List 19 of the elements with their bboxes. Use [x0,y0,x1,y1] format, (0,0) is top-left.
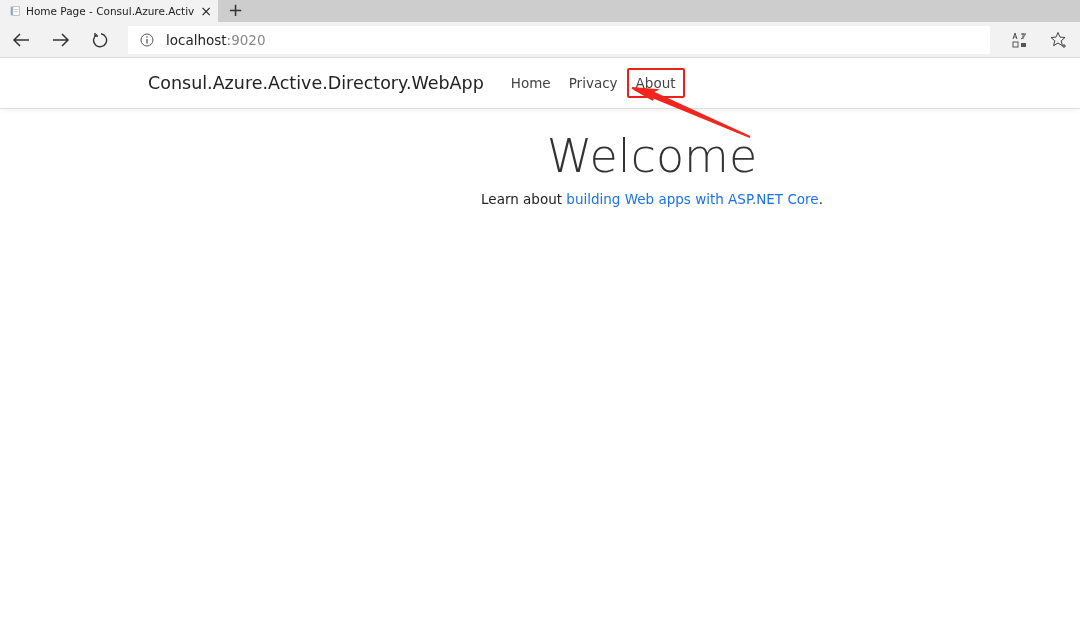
welcome-heading: Welcome [546,129,758,183]
browser-tab[interactable]: Home Page - Consul.Azure.Activ × [0,0,218,22]
page-icon [10,4,20,18]
docs-link[interactable]: building Web apps with ASP.NET Core [566,191,819,207]
tab-title: Home Page - Consul.Azure.Activ [26,5,195,17]
translate-icon[interactable] [1012,31,1028,48]
back-icon[interactable] [12,32,30,47]
close-icon[interactable]: × [200,3,212,19]
forward-icon[interactable] [52,32,70,47]
new-tab-button[interactable]: + [218,0,254,22]
url-text: localhost:9020 [166,31,266,48]
info-icon [140,32,154,47]
intro-text: Learn about building Web apps with ASP.NET Core. [481,191,823,207]
refresh-icon[interactable] [92,31,108,48]
nav-link[interactable]: Home [501,68,560,98]
brand-link[interactable]: Consul.Azure.Active.Directory.WebApp [148,73,484,93]
star-icon[interactable] [1050,30,1068,49]
address-bar[interactable]: localhost:9020 [128,25,990,54]
nav-link[interactable]: Privacy [559,68,627,98]
